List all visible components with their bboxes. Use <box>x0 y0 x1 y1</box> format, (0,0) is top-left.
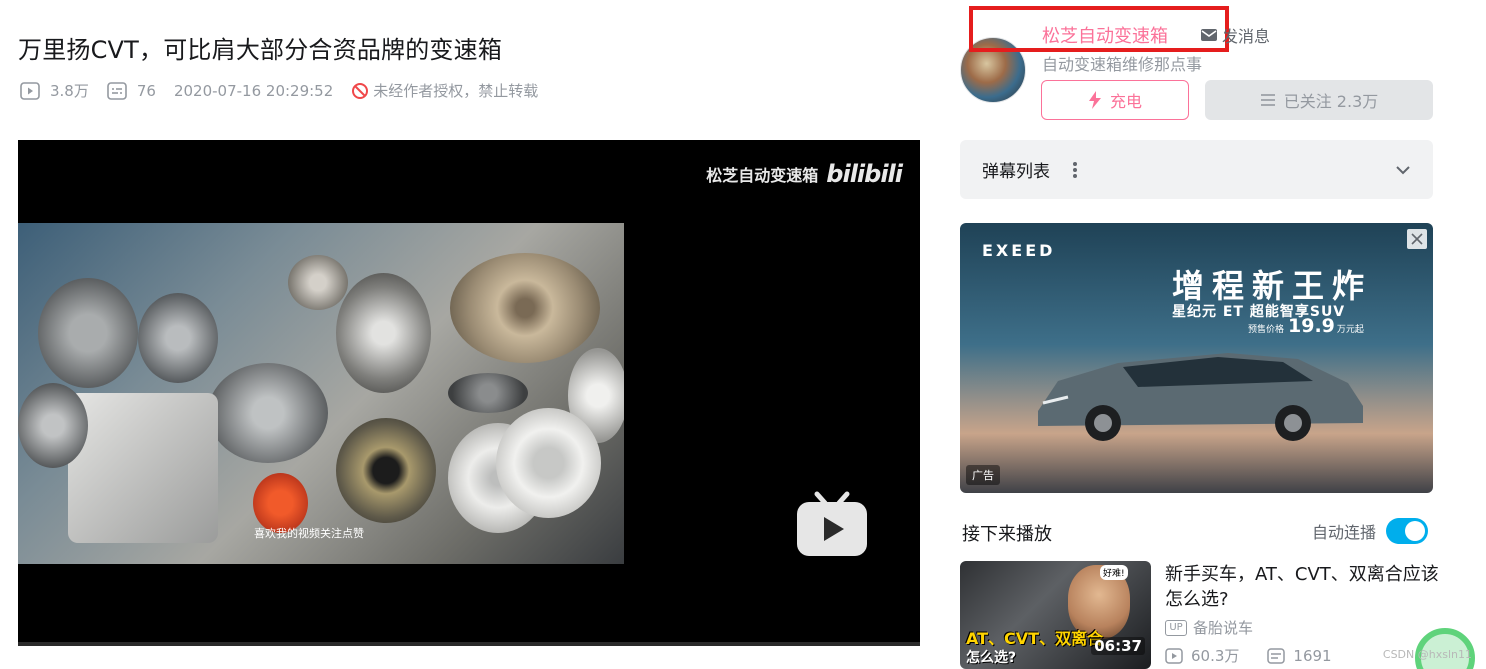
thumbnail-caption: AT、CVT、双离合 <box>966 629 1104 648</box>
video-title: 万里扬CVT，可比肩大部分合资品牌的变速箱 <box>18 36 503 64</box>
video-subtitle: 喜欢我的视频关注点赞 <box>254 527 364 540</box>
ad-banner[interactable]: EXEED 增程新王炸 星纪元 ET 超能智享SUV 预售价格 19.9 万元起… <box>960 223 1433 493</box>
rec-danmaku-value: 1691 <box>1293 646 1332 665</box>
recommended-video-stats: 60.3万 1691 <box>1165 645 1360 666</box>
publish-time: 2020-07-16 20:29:52 <box>173 81 334 100</box>
video-meta: 3.8万 76 2020-07-16 20:29:52 未经作者授权，禁止转载 <box>20 80 538 101</box>
forbidden-icon <box>352 82 369 99</box>
ad-brand: EXEED <box>982 241 1056 260</box>
lightning-icon <box>1088 91 1101 109</box>
car-image <box>1038 353 1363 441</box>
copyright-notice: 未经作者授权，禁止转载 <box>351 80 538 101</box>
danmaku-icon <box>1267 647 1286 664</box>
recommended-video-title[interactable]: 新手买车，AT、CVT、双离合应该怎么选? <box>1165 562 1440 612</box>
autoplay-toggle[interactable] <box>1386 518 1429 544</box>
video-player[interactable]: 松芝自动变速箱 bilibili 喜欢我的视频关注点赞 <box>18 140 920 646</box>
view-count-value: 3.8万 <box>50 82 89 100</box>
danmaku-count: 76 <box>107 82 156 100</box>
danmaku-list-panel[interactable]: 弹幕列表 <box>960 140 1433 199</box>
toggle-knob <box>1405 521 1426 541</box>
autoplay-label: 自动连播 <box>1312 523 1377 542</box>
play-count-icon <box>1165 647 1183 664</box>
view-count: 3.8万 <box>20 80 89 101</box>
channel-watermark: 松芝自动变速箱 bilibili <box>706 160 903 188</box>
uploader-description: 自动变速箱维修那点事 <box>1042 55 1203 74</box>
more-options-icon[interactable] <box>1072 161 1078 179</box>
rec-views-value: 60.3万 <box>1191 647 1240 665</box>
recommended-video-thumbnail[interactable]: 好难! AT、CVT、双离合 怎么选? 06:37 <box>960 561 1151 669</box>
csdn-watermark: CSDN @hxsln11 <box>1382 648 1472 661</box>
recommended-video-uploader[interactable]: UP 备胎说车 <box>1165 617 1253 638</box>
thumbnail-caption-2: 怎么选? <box>966 650 1017 666</box>
video-frame <box>18 223 624 564</box>
mail-icon <box>1201 29 1217 41</box>
bilibili-logo: bilibili <box>826 160 903 188</box>
charge-label: 充电 <box>1109 92 1142 111</box>
copyright-text: 未经作者授权，禁止转载 <box>373 82 539 100</box>
up-badge-icon: UP <box>1165 619 1187 636</box>
send-message-label: 发消息 <box>1222 27 1271 46</box>
thumbnail-badge: 好难! <box>1100 565 1128 580</box>
uploader-name[interactable]: 松芝自动变速箱 <box>1042 22 1168 48</box>
rec-danmaku: 1691 <box>1267 647 1345 665</box>
autoplay-control: 自动连播 <box>1312 518 1429 544</box>
up-next-title: 接下来播放 <box>962 524 1052 545</box>
danmaku-icon <box>107 81 127 100</box>
charge-button[interactable]: 充电 <box>1041 80 1189 120</box>
video-duration: 06:37 <box>1091 637 1145 655</box>
ad-tag: 广告 <box>966 465 1000 485</box>
play-count-icon <box>20 81 40 100</box>
menu-icon <box>1260 94 1275 106</box>
follow-label: 已关注 2.3万 <box>1283 92 1379 111</box>
watermark-name: 松芝自动变速箱 <box>706 166 819 185</box>
close-icon <box>1411 233 1423 245</box>
recommended-uploader-name: 备胎说车 <box>1193 619 1254 637</box>
play-button-icon[interactable] <box>795 488 869 558</box>
danmaku-count-value: 76 <box>136 81 156 100</box>
ad-close-button[interactable] <box>1407 229 1427 249</box>
player-progress-bar[interactable] <box>18 642 920 646</box>
rec-views: 60.3万 <box>1165 645 1253 666</box>
send-message-button[interactable]: 发消息 <box>1200 23 1270 47</box>
chevron-down-icon[interactable] <box>1395 165 1411 175</box>
danmaku-list-title: 弹幕列表 <box>982 162 1050 182</box>
follow-button[interactable]: 已关注 2.3万 <box>1205 80 1433 120</box>
